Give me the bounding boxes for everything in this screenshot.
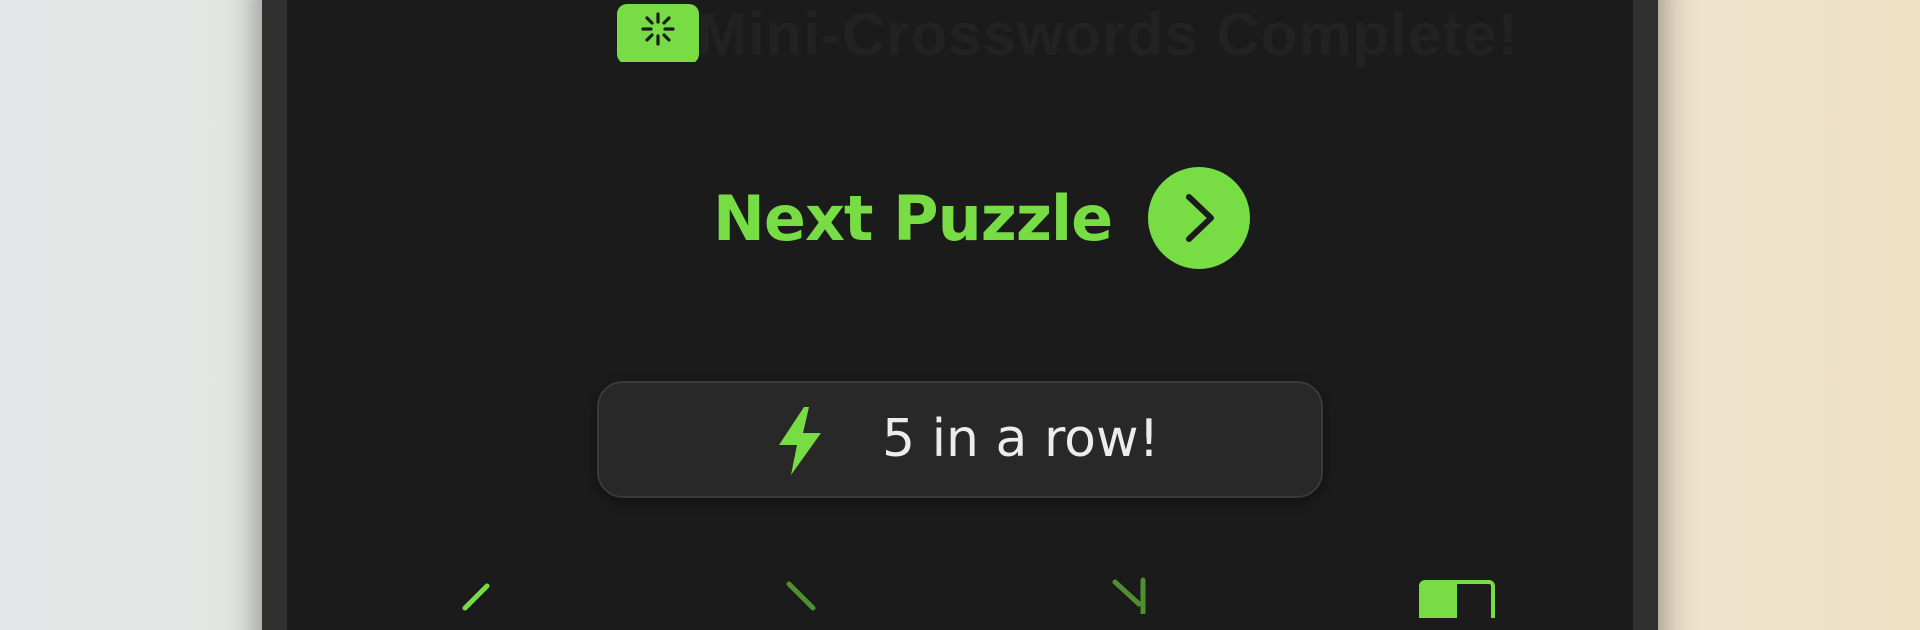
streak-badge: 5 in a row! [597, 381, 1323, 498]
desktop-background: Mini-Crosswords Complete! Next Puzzle 5 … [0, 0, 1920, 630]
chevron-right-icon [1186, 194, 1215, 242]
app-screen: Mini-Crosswords Complete! Next Puzzle 5 … [287, 0, 1633, 630]
lightning-bolt-icon [779, 407, 821, 475]
completion-title: Mini-Crosswords Complete! [697, 1, 1519, 68]
device-frame: Mini-Crosswords Complete! Next Puzzle 5 … [262, 0, 1658, 630]
expand-arrow-icon[interactable] [1099, 574, 1159, 614]
chat-bubble-sparkle-icon [617, 4, 699, 62]
chevron-right-icon[interactable] [777, 574, 837, 614]
streak-text: 5 in a row! [882, 409, 1160, 469]
next-puzzle-button[interactable]: Next Puzzle [713, 166, 1251, 270]
next-puzzle-circle[interactable] [1148, 167, 1251, 269]
undo-arrow-icon[interactable] [437, 574, 497, 614]
layout-split-icon[interactable] [1417, 578, 1497, 618]
next-puzzle-label: Next Puzzle [713, 181, 1113, 255]
